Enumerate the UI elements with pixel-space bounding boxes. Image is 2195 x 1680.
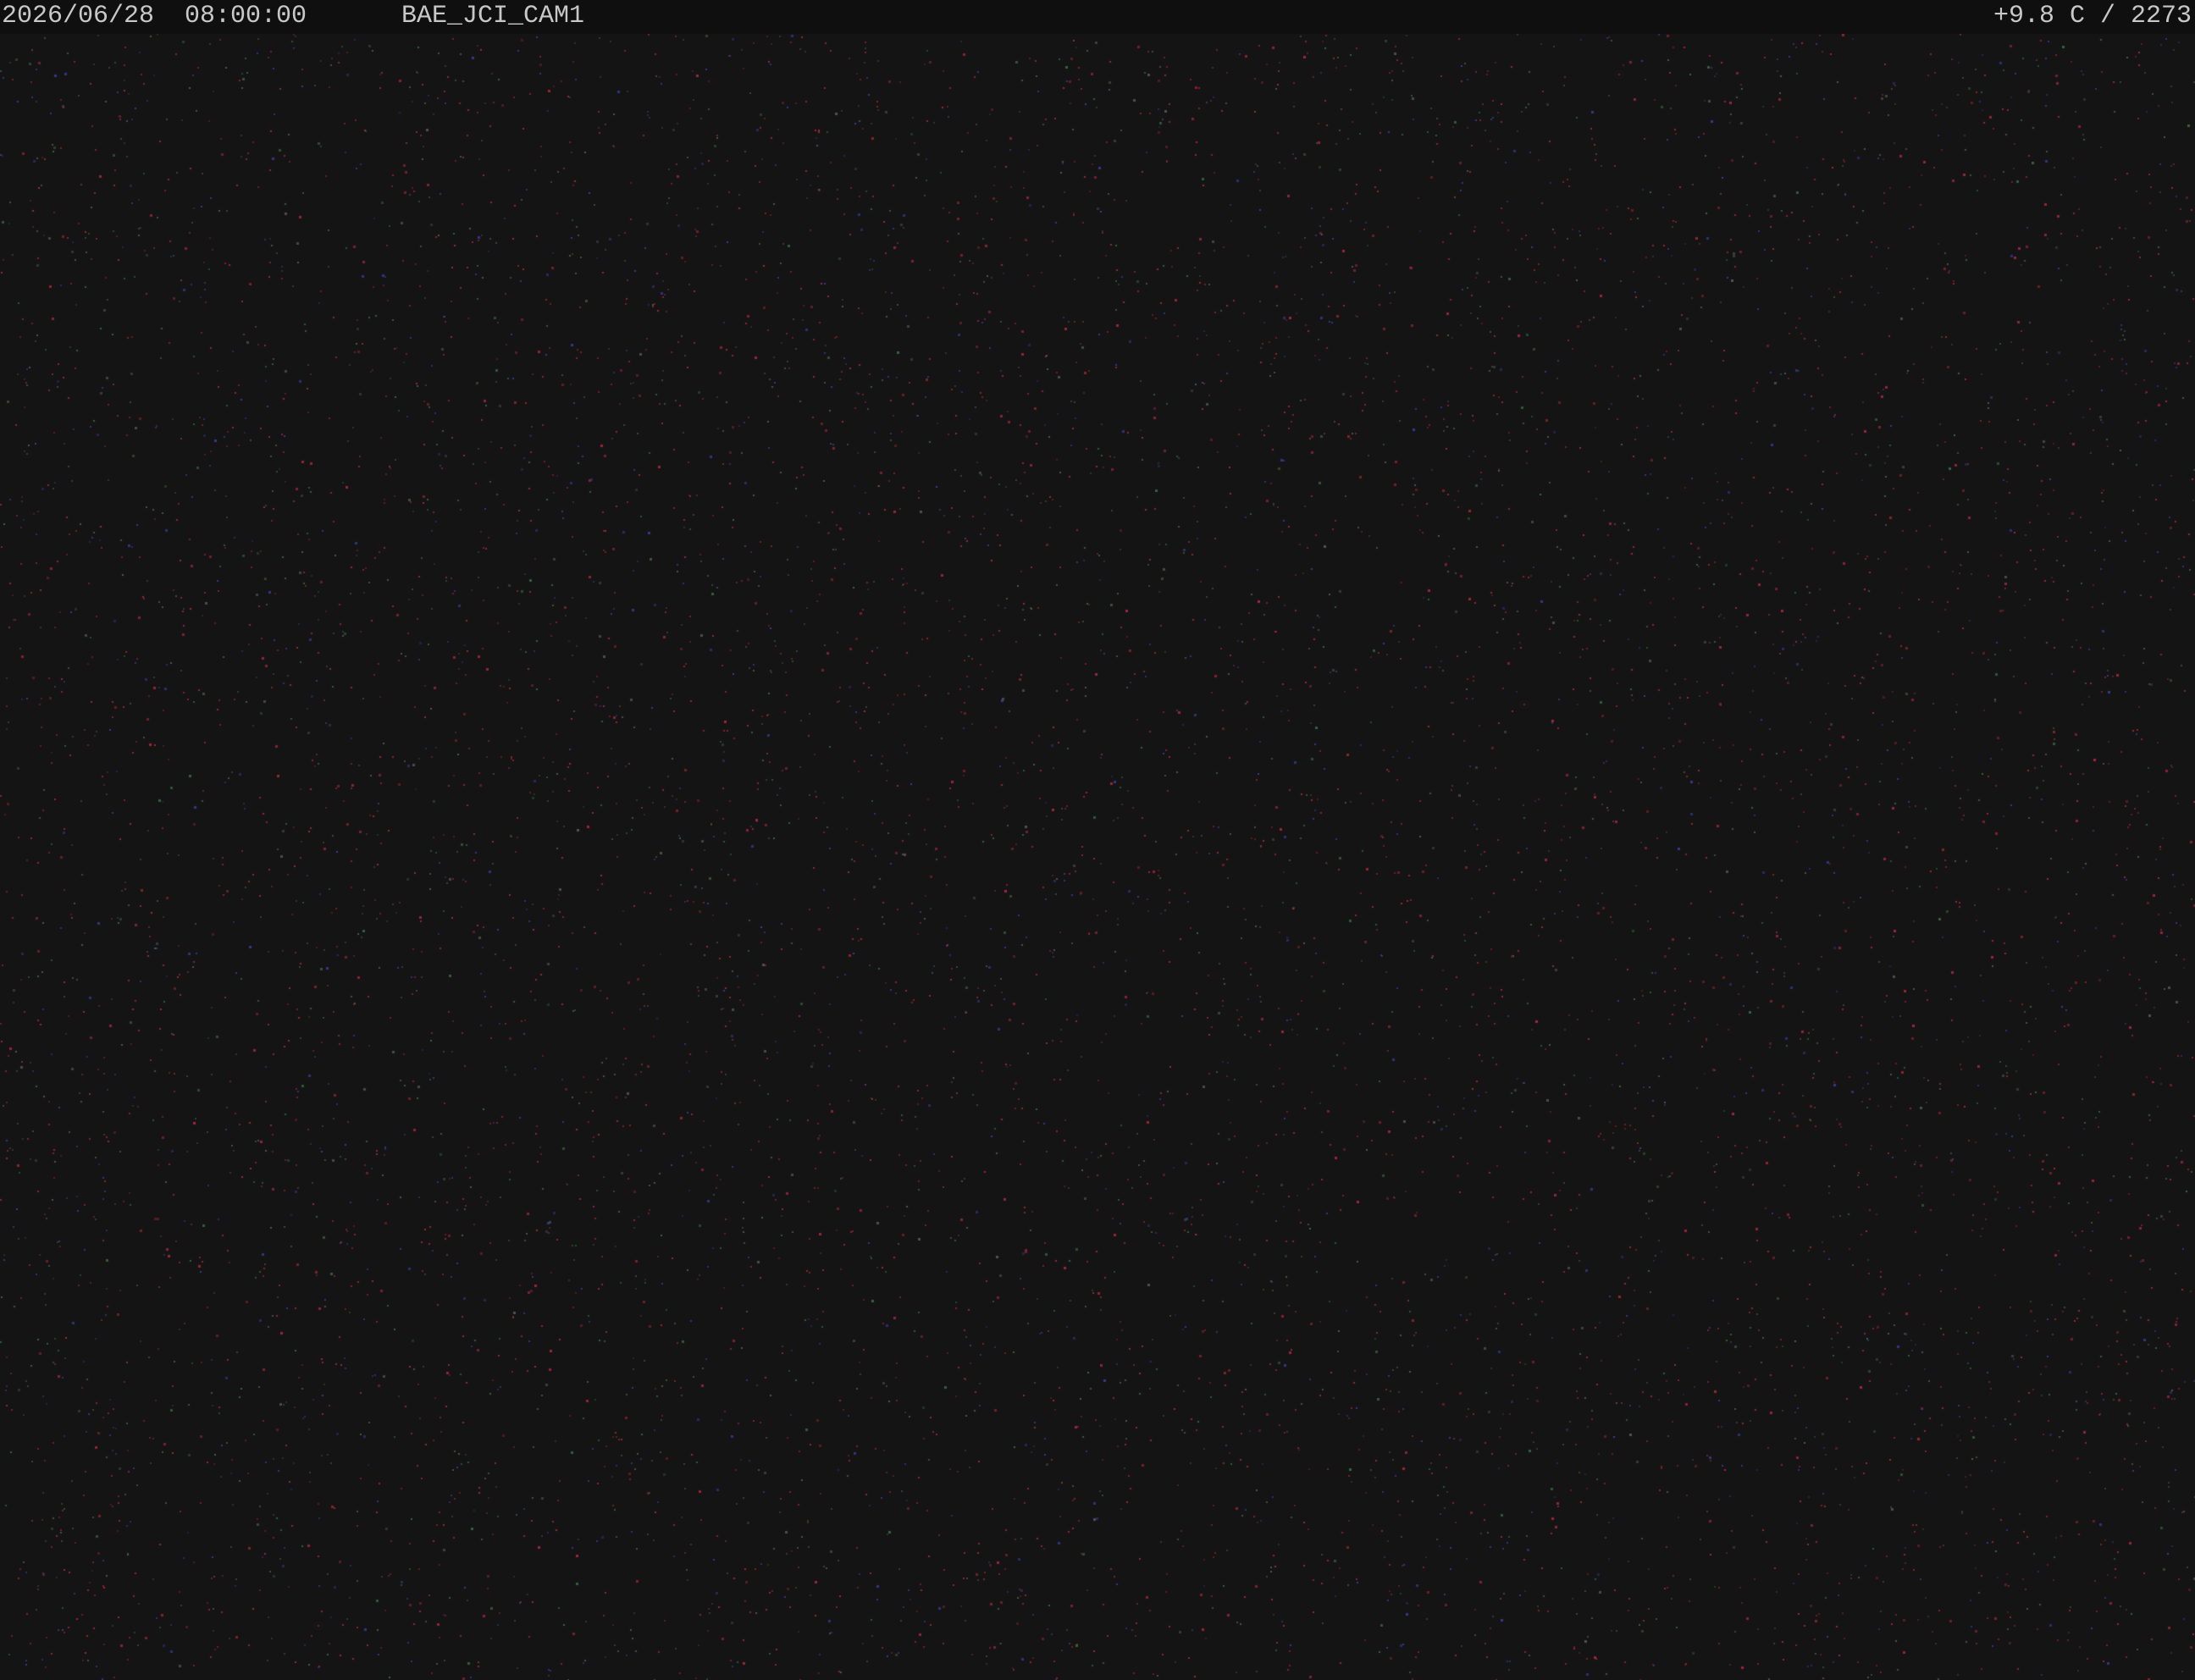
camera-frame: 2026/06/28 08:00:00 BAE_JCI_CAM1 +9.8 C … <box>0 0 2195 1680</box>
osd-camera-name: BAE_JCI_CAM1 <box>401 2 585 30</box>
osd-datetime: 2026/06/28 08:00:00 <box>2 2 307 30</box>
osd-temperature-reading: +9.8 C / 2273 <box>1993 2 2192 30</box>
osd-overlay-bar: 2026/06/28 08:00:00 BAE_JCI_CAM1 +9.8 C … <box>0 0 2195 34</box>
sensor-noise-image <box>0 0 2195 1680</box>
